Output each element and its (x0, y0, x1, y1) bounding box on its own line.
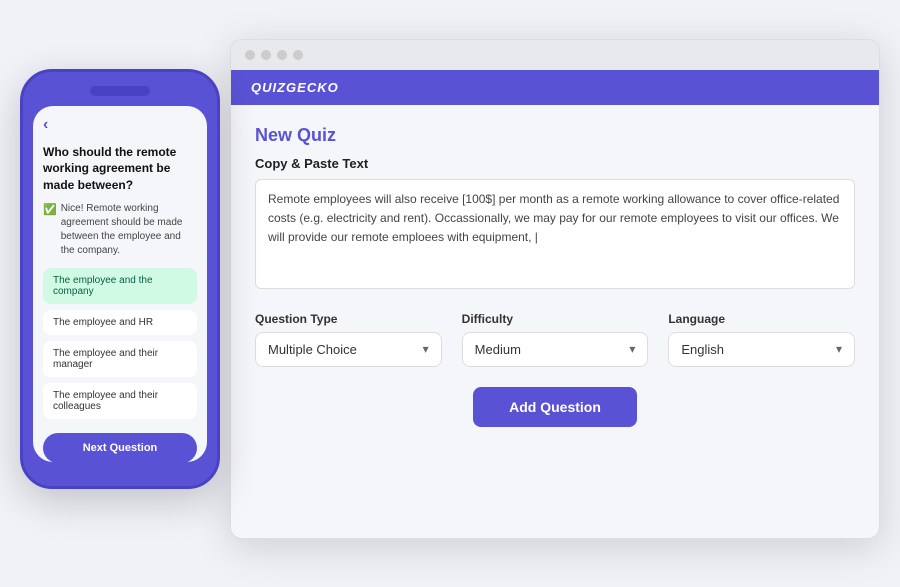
difficulty-select[interactable]: Medium ▾ (462, 332, 649, 367)
text-input[interactable] (255, 179, 855, 289)
browser-dot-3 (277, 50, 287, 60)
browser-dot-4 (293, 50, 303, 60)
language-chevron-icon: ▾ (836, 342, 842, 356)
question-type-label: Question Type (255, 312, 442, 326)
question-type-group: Question Type Multiple Choice ▾ (255, 312, 442, 367)
phone-question-text: Who should the remote working agreement … (43, 144, 197, 194)
check-icon: ✅ (43, 203, 57, 216)
question-type-value: Multiple Choice (268, 342, 357, 357)
answer-1[interactable]: The employee and the company (43, 268, 197, 304)
browser-dot-1 (245, 50, 255, 60)
phone: ‹ Who should the remote working agreemen… (20, 69, 220, 489)
add-question-button[interactable]: Add Question (473, 387, 637, 427)
difficulty-chevron-icon: ▾ (629, 342, 635, 356)
browser-dot-2 (261, 50, 271, 60)
scene: QUIZGECKO New Quiz Copy & Paste Text Que… (20, 19, 880, 569)
app-header: QUIZGECKO (231, 70, 879, 105)
language-group: Language English ▾ (668, 312, 855, 367)
answer-4[interactable]: The employee and their colleagues (43, 383, 197, 419)
language-label: Language (668, 312, 855, 326)
browser-titlebar (231, 40, 879, 70)
question-type-select[interactable]: Multiple Choice ▾ (255, 332, 442, 367)
difficulty-value: Medium (475, 342, 521, 357)
phone-notch (90, 86, 150, 96)
phone-screen: ‹ Who should the remote working agreemen… (33, 106, 207, 462)
browser-content: New Quiz Copy & Paste Text Question Type… (231, 105, 879, 447)
phone-feedback: ✅ Nice! Remote working agreement should … (43, 202, 197, 258)
answer-2[interactable]: The employee and HR (43, 310, 197, 335)
answer-3[interactable]: The employee and their manager (43, 341, 197, 377)
next-question-button[interactable]: Next Question (43, 433, 197, 462)
language-value: English (681, 342, 724, 357)
phone-feedback-text: Nice! Remote working agreement should be… (61, 202, 197, 258)
language-select[interactable]: English ▾ (668, 332, 855, 367)
difficulty-group: Difficulty Medium ▾ (462, 312, 649, 367)
app-logo: QUIZGECKO (251, 80, 339, 95)
browser-window: QUIZGECKO New Quiz Copy & Paste Text Que… (230, 39, 880, 539)
dropdowns-row: Question Type Multiple Choice ▾ Difficul… (255, 312, 855, 367)
difficulty-label: Difficulty (462, 312, 649, 326)
question-type-chevron-icon: ▾ (423, 342, 429, 356)
quiz-title: New Quiz (255, 125, 855, 146)
copy-paste-label: Copy & Paste Text (255, 156, 855, 171)
back-button[interactable]: ‹ (43, 116, 197, 134)
